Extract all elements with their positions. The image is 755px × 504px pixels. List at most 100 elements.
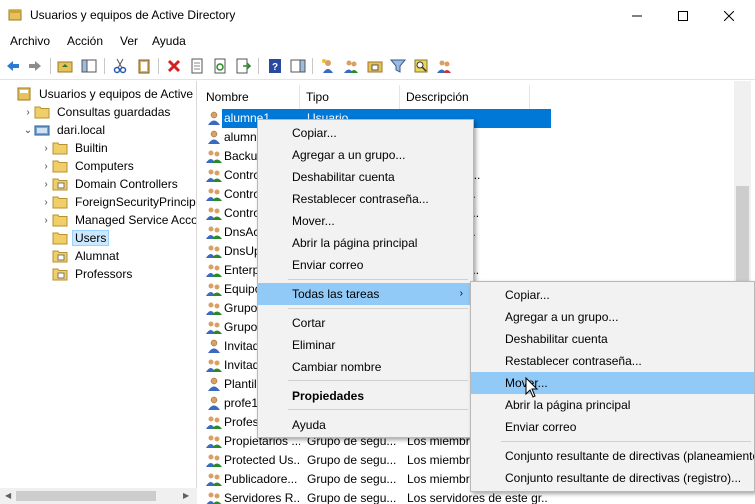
forward-button[interactable] [26,57,44,75]
back-button[interactable] [4,57,22,75]
find-button[interactable] [412,57,430,75]
context-menu-item-label: Agregar a un grupo... [292,148,406,162]
group-icon [206,473,222,486]
up-one-level-button[interactable] [56,57,74,75]
context-menu-item-label: Deshabilitar cuenta [292,170,395,184]
cut-button[interactable] [111,57,129,75]
tree-item[interactable]: › ForeignSecurityPrincipals [40,193,196,211]
scroll-left-icon[interactable]: ◀ [5,491,11,500]
context-menu-item[interactable]: Eliminar [258,334,473,356]
cell-desc: Los servidores de este gr... [407,491,547,504]
expand-chevron-icon[interactable]: › [40,157,52,175]
column-header-tipo[interactable]: Tipo [300,85,400,109]
tree-item[interactable]: › Builtin [40,139,111,157]
context-menu-item[interactable]: Ayuda [258,414,473,436]
export-list-button[interactable] [234,57,252,75]
minimize-button[interactable] [614,0,660,31]
close-icon [724,10,734,21]
context-menu-item[interactable]: Propiedades [258,385,473,407]
context-menu-item[interactable]: Todas las tareas › [258,283,473,305]
user-icon [208,377,220,391]
delete-button[interactable] [165,57,183,75]
menu-archivo[interactable]: Archivo [10,34,50,48]
submenu-item[interactable]: Mover... [471,372,754,394]
add-to-group-button[interactable] [435,57,453,75]
properties-button[interactable] [188,57,206,75]
refresh-button[interactable] [211,57,229,75]
group-icon [206,359,222,372]
toolbar: ? [0,53,755,80]
expand-chevron-icon[interactable]: › [40,211,52,229]
show-hide-console-tree-button[interactable] [80,57,98,75]
submenu-item[interactable]: Restablecer contraseña... [471,350,754,372]
context-menu-item-label: Copiar... [292,126,337,140]
column-header-descripcion[interactable]: Descripción [400,85,530,109]
collapse-chevron-icon[interactable]: ⌄ [22,121,34,139]
action-pane-icon [290,59,306,73]
scroll-right-icon[interactable]: ▶ [183,491,189,500]
tree-item[interactable]: Usuarios y equipos de Active Dir [4,85,196,103]
tree-item-label: Domain Controllers [75,177,178,191]
context-menu-item[interactable]: Deshabilitar cuenta [258,166,473,188]
column-header-nombre[interactable]: Nombre [200,85,300,109]
submenu-item[interactable]: Agregar a un grupo... [471,306,754,328]
new-group-button[interactable] [342,57,360,75]
context-menu-item-label: Enviar correo [292,258,364,272]
context-menu-item[interactable]: Cambiar nombre [258,356,473,378]
tree-item[interactable]: › Computers [40,157,137,175]
context-menu-item[interactable]: Restablecer contraseña... [258,188,473,210]
folder-icon [52,160,68,173]
new-user-button[interactable] [319,57,337,75]
expand-chevron-icon[interactable]: › [40,175,52,193]
tree-item[interactable]: Alumnat [40,247,122,265]
help-book-icon: ? [269,59,281,73]
console-tree: Usuarios y equipos de Active Dir › Consult… [0,81,197,491]
expand-chevron-icon[interactable]: › [40,193,52,211]
menu-separator [288,279,468,280]
context-menu-item[interactable]: Mover... [258,210,473,232]
expand-chevron-icon[interactable]: › [22,103,34,121]
submenu-item[interactable]: Conjunto resultante de directivas (regis… [471,467,754,489]
copy-button[interactable] [135,57,153,75]
submenu-item[interactable]: Abrir la página principal [471,394,754,416]
help-button[interactable]: ? [266,57,284,75]
menu-bar: Archivo Acción Ver Ayuda [0,31,755,52]
tree-item[interactable]: Professors [40,265,135,283]
context-menu-item[interactable]: Abrir la página principal [258,232,473,254]
menu-separator [288,308,468,309]
folder-up-icon [57,61,73,73]
tree-item[interactable]: Users [40,229,110,247]
show-action-pane-button[interactable] [289,57,307,75]
filter-funnel-icon [390,59,406,73]
tree-item[interactable]: › Managed Service Accour [40,211,196,229]
submenu-item[interactable]: Copiar... [471,284,754,306]
maximize-button[interactable] [660,0,706,31]
context-menu-item[interactable]: Agregar a un grupo... [258,144,473,166]
menu-ayuda[interactable]: Ayuda [152,34,186,48]
menu-separator [288,409,468,410]
list-header: Nombre Tipo Descripción [200,85,755,109]
filter-button[interactable] [389,57,407,75]
tree-item[interactable]: ⌄ dari.local [22,121,108,139]
group-icon [206,435,222,448]
submenu-item[interactable]: Deshabilitar cuenta [471,328,754,350]
close-button[interactable] [706,0,752,31]
context-menu-item[interactable]: Cortar [258,312,473,334]
menu-ver[interactable]: Ver [120,34,138,48]
expand-chevron-icon[interactable]: › [40,139,52,157]
tree-item[interactable]: › Consultas guardadas [22,103,173,121]
submenu-item[interactable]: Enviar correo [471,416,754,438]
context-menu-item-label: Cortar [292,316,326,330]
menu-accion[interactable]: Acción [67,34,103,48]
new-ou-button[interactable] [366,57,384,75]
menu-separator [501,441,751,442]
tree-horizontal-scrollbar[interactable]: ◀ ▶ [0,488,197,504]
context-menu-item[interactable]: Enviar correo [258,254,473,276]
submenu-item-label: Copiar... [505,288,550,302]
submenu-item[interactable]: Conjunto resultante de directivas (plane… [471,445,754,467]
context-menu-item-label: Ayuda [292,418,326,432]
mouse-cursor-icon [525,377,539,398]
tree-scroll-thumb[interactable] [16,491,156,501]
context-menu-item[interactable]: Copiar... [258,122,473,144]
tree-item[interactable]: › Domain Controllers [40,175,181,193]
